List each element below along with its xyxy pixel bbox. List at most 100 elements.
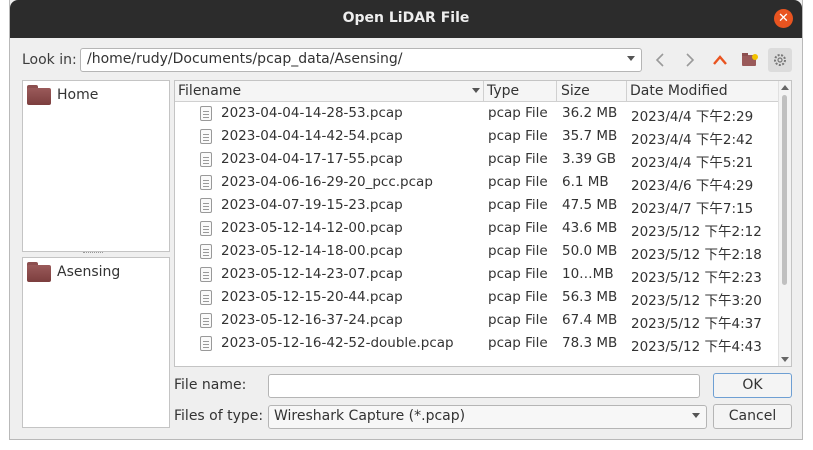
chevron-down-icon [627, 56, 635, 61]
file-name: 2023-05-12-16-37-24.pcap [221, 312, 403, 328]
chevron-down-icon [692, 413, 700, 418]
file-icon [200, 267, 212, 282]
file-icon [200, 221, 212, 236]
file-row[interactable]: 2023-05-12-16-42-52-double.pcap pcap File… [175, 333, 780, 356]
file-date: 2023/4/4 下午2:42 [631, 132, 754, 148]
scroll-down-icon[interactable] [781, 357, 789, 362]
file-type-value: Wireshark Capture (*.pcap) [274, 408, 466, 424]
file-icon [200, 336, 212, 351]
file-date: 2023/4/6 下午4:29 [631, 178, 754, 194]
file-icon [200, 198, 212, 213]
open-lidar-file-dialog: Open LiDAR File ✕ Look in: /home/rudy/Do… [9, 0, 803, 440]
column-header-date-modified[interactable]: Date Modified [630, 83, 728, 99]
cancel-button[interactable]: Cancel [713, 404, 792, 429]
back-icon[interactable] [648, 48, 672, 72]
file-date: 2023/5/12 下午2:12 [631, 224, 762, 240]
file-row[interactable]: 2023-04-04-17-17-55.pcap pcap File 3.39 GB… [175, 149, 780, 172]
column-divider[interactable] [626, 81, 627, 102]
file-row[interactable]: 2023-05-12-14-12-00.pcap pcap File 43.6 MB… [175, 218, 780, 241]
column-header-type[interactable]: Type [487, 83, 519, 99]
sidebar-item-label: Asensing [57, 264, 121, 280]
file-date: 2023/5/12 下午3:20 [631, 293, 762, 309]
file-size: 10…MB [562, 266, 614, 282]
file-name: 2023-04-04-17-17-55.pcap [221, 151, 403, 167]
column-header-size[interactable]: Size [561, 83, 590, 99]
file-icon [200, 244, 212, 259]
file-name: 2023-05-12-16-42-52-double.pcap [221, 335, 454, 351]
file-row[interactable]: 2023-05-12-15-20-44.pcap pcap File 56.3 MB… [175, 287, 780, 310]
new-folder-icon[interactable] [738, 48, 762, 72]
scroll-up-icon[interactable] [781, 85, 789, 90]
file-size: 47.5 MB [562, 197, 618, 213]
file-row[interactable]: 2023-04-04-14-42-54.pcap pcap File 35.7 MB… [175, 126, 780, 149]
file-row[interactable]: 2023-05-12-14-23-07.pcap pcap File 10…MB 20… [175, 264, 780, 287]
file-type: pcap File [488, 266, 548, 282]
scrollbar-thumb[interactable] [782, 95, 787, 285]
column-divider[interactable] [483, 81, 484, 102]
file-size: 50.0 MB [562, 243, 618, 259]
file-icon [200, 290, 212, 305]
file-size: 6.1 MB [562, 174, 609, 190]
file-type: pcap File [488, 174, 548, 190]
recent-places-panel: Asensing [22, 257, 170, 428]
file-row[interactable]: 2023-04-04-14-28-53.pcap pcap File 36.2 MB… [175, 103, 780, 126]
look-in-path: /home/rudy/Documents/pcap_data/Asensing/ [87, 51, 403, 67]
file-icon [200, 106, 212, 121]
column-divider[interactable] [556, 81, 557, 102]
file-size: 43.6 MB [562, 220, 618, 236]
file-name: 2023-05-12-14-12-00.pcap [221, 220, 403, 236]
file-name: 2023-04-07-19-15-23.pcap [221, 197, 403, 213]
file-type: pcap File [488, 243, 548, 259]
file-name: 2023-05-12-14-18-00.pcap [221, 243, 403, 259]
file-size: 56.3 MB [562, 289, 618, 305]
file-type: pcap File [488, 220, 548, 236]
file-type-select[interactable]: Wireshark Capture (*.pcap) [268, 405, 707, 429]
sidebar-item-label: Home [57, 87, 99, 103]
file-row[interactable]: 2023-04-07-19-15-23.pcap pcap File 47.5 MB… [175, 195, 780, 218]
file-date: 2023/5/12 下午4:43 [631, 339, 762, 355]
title-bar[interactable]: Open LiDAR File ✕ [10, 0, 802, 38]
file-date: 2023/4/4 下午5:21 [631, 155, 754, 171]
file-row[interactable]: 2023-04-06-16-29-20_pcc.pcap pcap File 6.1… [175, 172, 780, 195]
file-list-header: Filename Type Size Date Modified [175, 81, 780, 102]
file-name: 2023-04-06-16-29-20_pcc.pcap [221, 174, 433, 190]
file-size: 3.39 GB [562, 151, 617, 167]
file-size: 78.3 MB [562, 335, 618, 351]
file-row[interactable]: 2023-05-12-14-18-00.pcap pcap File 50.0 MB… [175, 241, 780, 264]
file-size: 36.2 MB [562, 105, 618, 121]
file-date: 2023/5/12 下午4:37 [631, 316, 762, 332]
ok-button[interactable]: OK [713, 373, 792, 398]
file-icon [200, 175, 212, 190]
file-name: 2023-05-12-15-20-44.pcap [221, 289, 403, 305]
file-name-label: File name: [174, 377, 247, 393]
file-name: 2023-04-04-14-28-53.pcap [221, 105, 403, 121]
file-type: pcap File [488, 197, 548, 213]
dialog-title: Open LiDAR File [342, 10, 470, 26]
folder-icon [27, 85, 51, 105]
file-type: pcap File [488, 289, 548, 305]
sidebar-item-asensing[interactable]: Asensing [27, 262, 120, 282]
file-type: pcap File [488, 128, 548, 144]
file-date: 2023/5/12 下午2:23 [631, 270, 762, 286]
file-size: 67.4 MB [562, 312, 618, 328]
file-size: 35.7 MB [562, 128, 618, 144]
look-in-path-combo[interactable]: /home/rudy/Documents/pcap_data/Asensing/ [80, 48, 642, 72]
file-date: 2023/4/4 下午2:29 [631, 109, 754, 125]
file-list-view[interactable]: Filename Type Size Date Modified 2023-04… [174, 80, 792, 367]
forward-icon[interactable] [678, 48, 702, 72]
file-name-input[interactable] [268, 374, 700, 398]
settings-icon[interactable] [768, 48, 792, 72]
parent-directory-icon[interactable] [708, 48, 732, 72]
file-type: pcap File [488, 312, 548, 328]
panel-splitter[interactable] [83, 252, 103, 256]
file-icon [200, 313, 212, 328]
sidebar-item-home[interactable]: Home [27, 85, 98, 105]
file-name: 2023-04-04-14-42-54.pcap [221, 128, 403, 144]
vertical-scrollbar[interactable] [778, 81, 791, 366]
look-in-label: Look in: [22, 52, 77, 68]
column-header-filename[interactable]: Filename [178, 83, 241, 99]
folder-icon [27, 262, 51, 282]
file-name: 2023-05-12-14-23-07.pcap [221, 266, 403, 282]
file-row[interactable]: 2023-05-12-16-37-24.pcap pcap File 67.4 MB… [175, 310, 780, 333]
close-icon[interactable]: ✕ [774, 9, 793, 28]
